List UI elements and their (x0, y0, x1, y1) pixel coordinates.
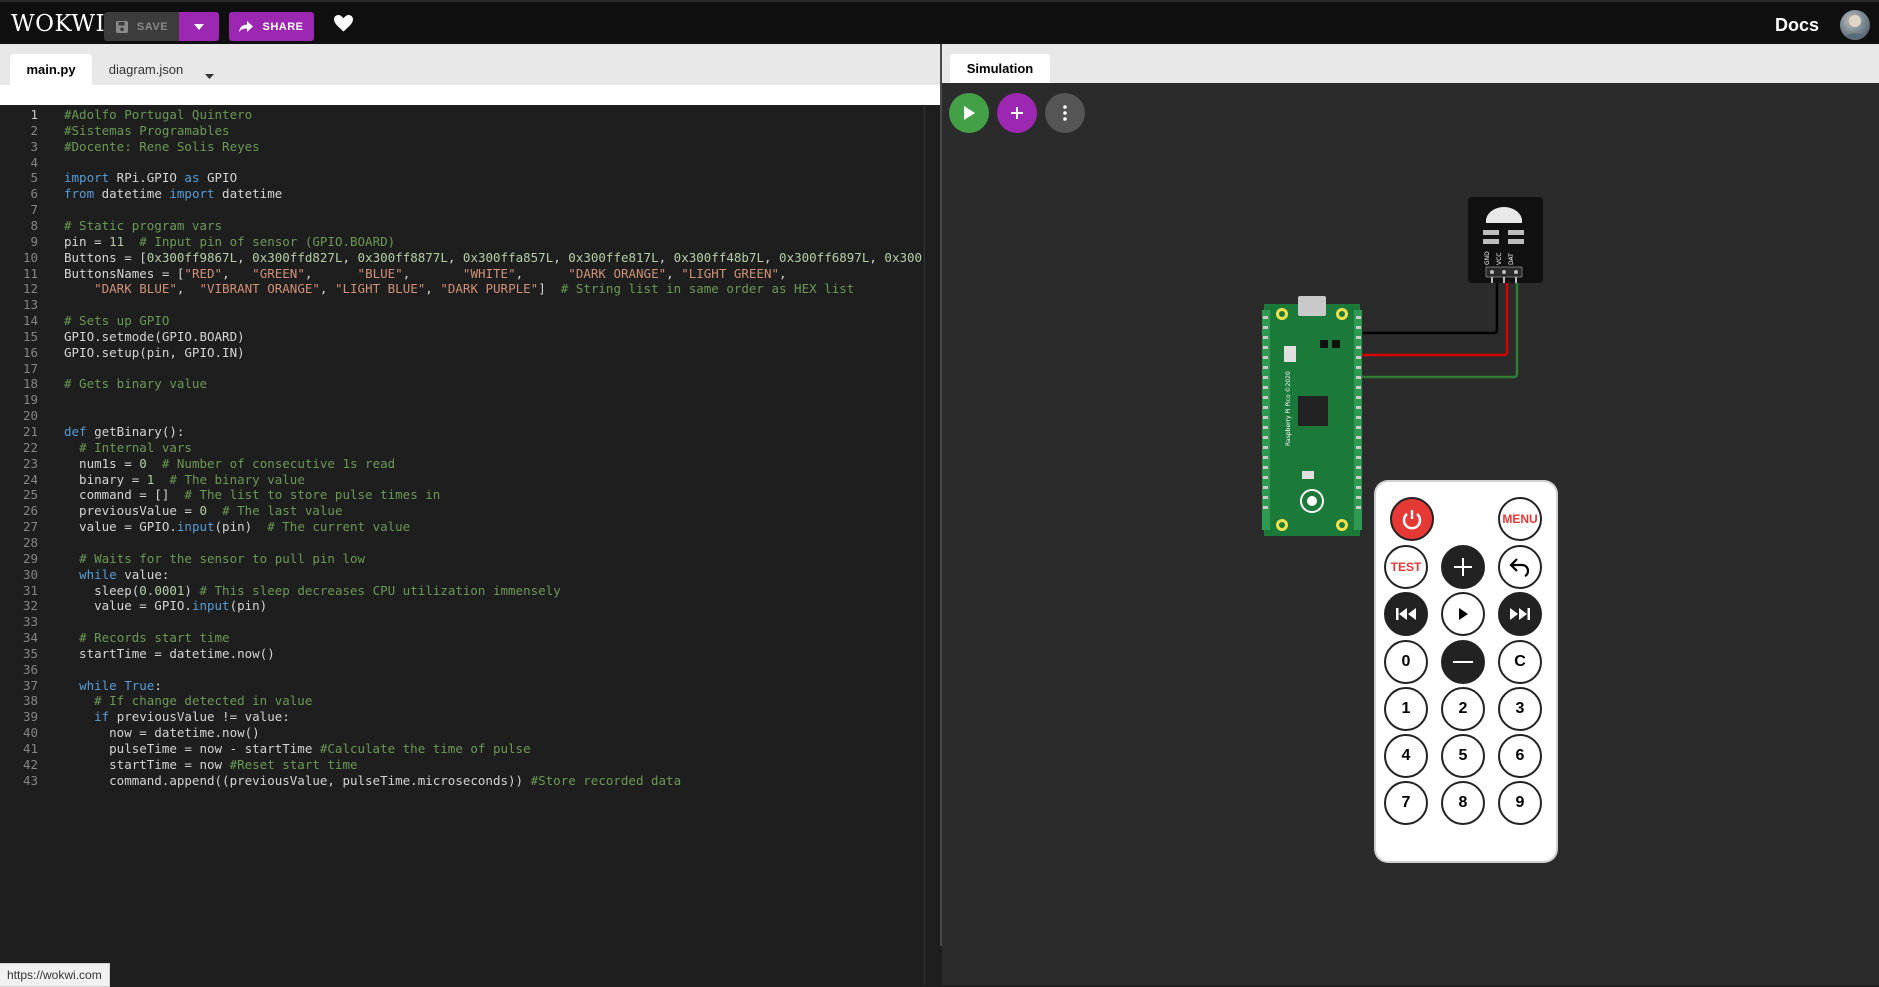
remote-rewind-button[interactable] (1384, 592, 1428, 636)
svg-text:GND: GND (1484, 251, 1491, 265)
svg-text:VCC: VCC (1496, 253, 1503, 265)
remote-play-button[interactable] (1441, 592, 1485, 636)
remote-button-7[interactable]: 7 (1384, 781, 1428, 825)
user-avatar[interactable] (1840, 10, 1870, 40)
svg-text:Raspberry Pi Pico ©2020: Raspberry Pi Pico ©2020 (1285, 371, 1292, 446)
raspberry-pi-pico[interactable]: Raspberry Pi Pico ©2020 (1262, 296, 1362, 536)
start-simulation-button[interactable] (949, 93, 989, 133)
minus-icon (1453, 661, 1473, 663)
play-icon (964, 106, 975, 120)
remote-button-1[interactable]: 1 (1384, 687, 1428, 731)
tab-diagram-json[interactable]: diagram.json (98, 54, 194, 85)
editor-tab-bar: main.py diagram.json (0, 44, 940, 85)
share-button[interactable]: SHARE (229, 12, 314, 41)
plus-icon (1454, 558, 1472, 576)
remote-button-6[interactable]: 6 (1498, 734, 1542, 778)
docs-link[interactable]: Docs (1775, 15, 1819, 36)
return-icon (1509, 558, 1530, 577)
status-bar-url: https://wokwi.com (0, 963, 110, 987)
remote-button-5[interactable]: 5 (1441, 734, 1485, 778)
code-line[interactable]: 43 command.append((previousValue, pulseT… (0, 771, 930, 790)
svg-text:DAT: DAT (1508, 253, 1515, 265)
power-icon (1402, 510, 1422, 530)
play-icon (1459, 608, 1468, 620)
remote-back-button[interactable] (1498, 545, 1542, 589)
tab-simulation[interactable]: Simulation (950, 54, 1050, 83)
share-arrow-icon (239, 20, 254, 32)
code-line-text: command.append((previousValue, pulseTime… (64, 772, 682, 788)
save-button-group: SAVE (104, 12, 219, 41)
more-vertical-icon (1063, 105, 1067, 121)
remote-button-8[interactable]: 8 (1441, 781, 1485, 825)
simulation-tab-bar: Simulation (942, 44, 1879, 83)
remote-fast-forward-button[interactable] (1498, 592, 1542, 636)
remote-plus-button[interactable] (1441, 545, 1485, 589)
ir-receiver-graphic: GND VCC DAT (1483, 207, 1524, 283)
plus-icon (1011, 107, 1023, 119)
top-bar: WOKWI SAVE SHARE Docs (0, 0, 1879, 44)
file-menu-button[interactable] (205, 66, 214, 84)
remote-menu-label: MENU (1502, 512, 1538, 526)
caret-down-icon (205, 74, 214, 79)
save-button[interactable]: SAVE (104, 12, 179, 41)
ir-receiver-module[interactable]: GND VCC DAT (1468, 197, 1543, 283)
code-editor-pane: main.py diagram.json 1 #Adolfo Portugal Q… (0, 44, 940, 987)
remote-button-0[interactable]: 0 (1384, 640, 1428, 684)
editor-toolbar-strip (0, 85, 940, 105)
editor-ruler (924, 105, 925, 985)
remote-button-c[interactable]: C (1498, 640, 1542, 684)
wokwi-logo[interactable]: WOKWI (11, 11, 105, 37)
avatar-silhouette-icon (1844, 15, 1866, 40)
code-area[interactable]: 1 #Adolfo Portugal Quintero 2 #Sistemas Pro… (0, 105, 940, 985)
simulation-pane: Simulation GND VCC DAT Raspberry Pi Pico… (942, 44, 1879, 985)
remote-test-button[interactable]: TEST (1384, 545, 1428, 589)
line-number: 43 (22, 772, 38, 788)
caret-down-icon (194, 23, 204, 30)
save-dropdown-button[interactable] (179, 12, 219, 41)
remote-button-9[interactable]: 9 (1498, 781, 1542, 825)
remote-button-2[interactable]: 2 (1441, 687, 1485, 731)
remote-menu-button[interactable]: MENU (1498, 497, 1542, 541)
remote-button-3[interactable]: 3 (1498, 687, 1542, 731)
rewind-icon (1396, 608, 1416, 620)
heart-icon (334, 15, 353, 32)
remote-minus-button[interactable] (1441, 640, 1485, 684)
save-button-label: SAVE (136, 20, 169, 33)
more-options-button[interactable] (1045, 93, 1085, 133)
remote-button-4[interactable]: 4 (1384, 734, 1428, 778)
tab-main-py[interactable]: main.py (10, 54, 92, 85)
remote-test-label: TEST (1390, 560, 1422, 574)
simulation-canvas[interactable]: GND VCC DAT Raspberry Pi Pico ©2020 MENU… (942, 83, 1879, 985)
like-button[interactable] (334, 15, 353, 37)
floppy-disk-icon (115, 20, 128, 33)
pico-board-graphic: Raspberry Pi Pico ©2020 (1262, 296, 1362, 536)
ir-remote[interactable]: MENU TEST 0 C 1 2 3 4 5 6 7 8 9 (1376, 482, 1556, 861)
share-button-label: SHARE (262, 20, 304, 33)
fast-forward-icon (1510, 608, 1530, 620)
add-part-button[interactable] (997, 93, 1037, 133)
remote-power-button[interactable] (1390, 497, 1434, 541)
